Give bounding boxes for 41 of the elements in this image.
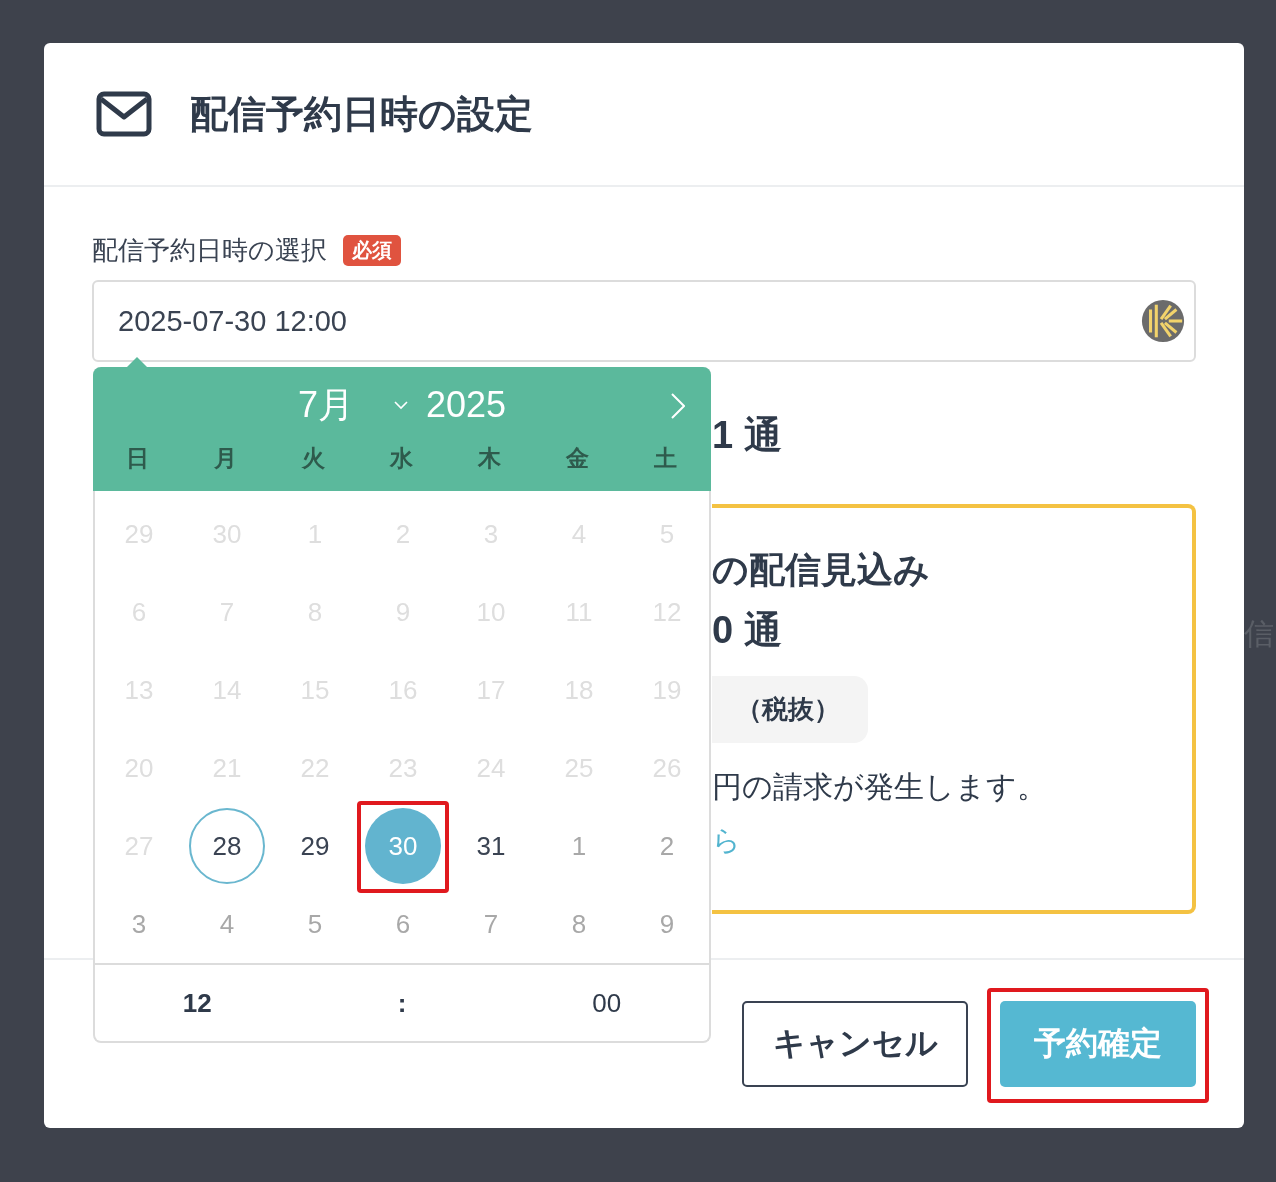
estimate-heading: の配信見込み [712,548,930,592]
weekday-label: 日 [125,444,149,473]
mail-icon [96,91,152,137]
calendar-day[interactable]: 5 [277,886,353,962]
billing-note: 円の請求が発生します。 [712,769,1047,805]
details-link[interactable]: ら [712,822,741,860]
weekday-label: 月 [213,444,237,473]
calendar-day[interactable]: 28 [189,808,265,884]
year-field[interactable]: 2025 [425,384,507,426]
calendar-day[interactable]: 8 [541,886,617,962]
weekday-label: 火 [301,444,325,473]
dialog-title: 配信予約日時の設定 [190,91,533,137]
cancel-button[interactable]: キャンセル [742,1001,968,1087]
required-badge: 必須 [343,235,401,266]
next-month-icon[interactable] [671,393,685,419]
calendar-day[interactable]: 7 [453,886,529,962]
field-label: 配信予約日時の選択 [92,234,327,267]
weekday-label: 水 [389,444,413,473]
price-pill: （税抜） [712,676,868,743]
calendar-day[interactable]: 1 [541,808,617,884]
caret-icon[interactable] [393,400,408,410]
weekday-label: 土 [653,444,677,473]
message-count: 1 通 [712,413,783,458]
minute-field[interactable]: 00 [592,987,622,1019]
calendar-day[interactable]: 31 [453,808,529,884]
confirm-button[interactable]: 予約確定 [1000,1001,1196,1087]
date-input[interactable]: 2025-07-30 12:00 [92,280,1196,362]
calendar-day[interactable]: 30 [365,808,441,884]
calendar-day[interactable]: 4 [189,886,265,962]
key-icon[interactable] [1140,298,1186,344]
calendar-day[interactable]: 9 [629,886,705,962]
calendar-day[interactable]: 29 [277,808,353,884]
calendar-day[interactable]: 6 [365,886,441,962]
weekday-label: 木 [477,444,501,473]
hour-field[interactable]: 12 [182,987,212,1019]
time-separator: : [397,987,407,1019]
estimate-count: 0 通 [712,608,782,653]
month-select[interactable]: 7月 [297,380,354,430]
calendar-day[interactable]: 3 [101,886,177,962]
weekday-label: 金 [565,444,589,473]
calendar-day[interactable]: 2 [629,808,705,884]
